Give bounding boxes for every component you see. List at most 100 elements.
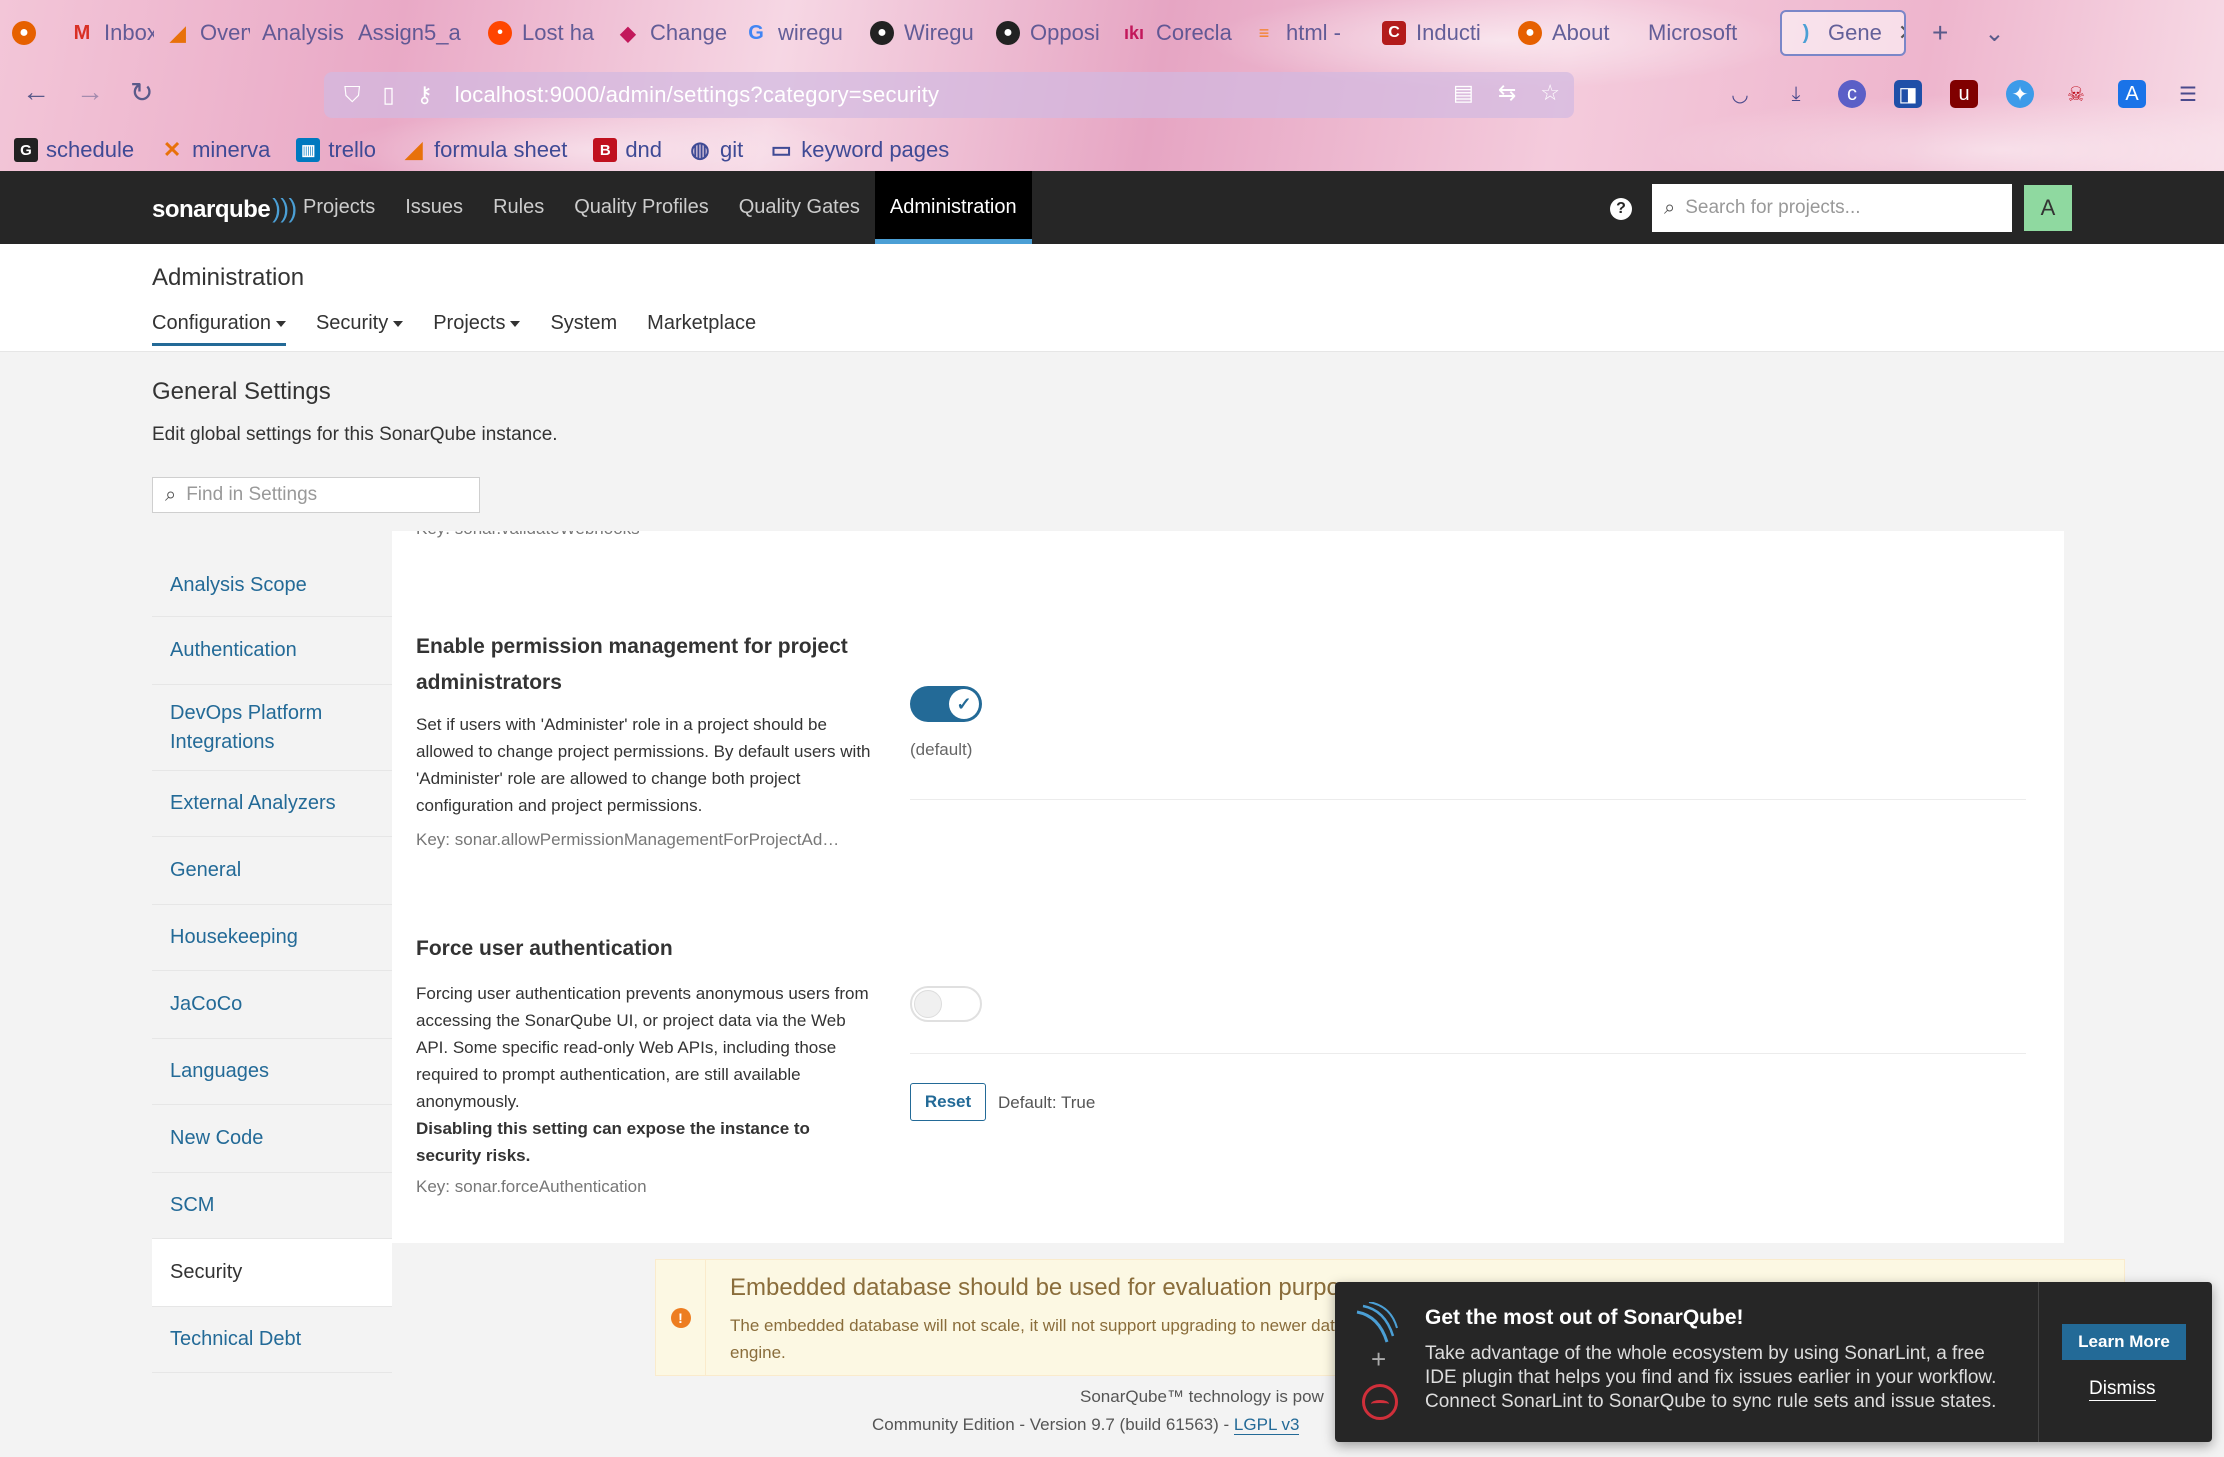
category-scm[interactable]: SCM [152,1173,392,1239]
license-link[interactable]: LGPL v3 [1233,1415,1300,1435]
chevron-down-icon[interactable]: ⌄ [1984,19,2004,48]
tab-security[interactable]: Security [316,312,404,346]
caret-down-icon [275,320,286,327]
reader-icon[interactable]: ▤ [1453,80,1474,106]
translate-icon[interactable]: ⇆ [1498,80,1516,106]
browser-tab[interactable]: ◆ Change [604,10,732,56]
dismiss-link[interactable]: Dismiss [2089,1378,2156,1401]
tab-marketplace[interactable]: Marketplace [647,312,756,346]
warning-icon-column: ! [656,1260,706,1375]
category-authentication[interactable]: Authentication [152,617,392,685]
browser-tab[interactable]: ● Opposi [984,10,1110,56]
folder-icon: ▭ [770,137,792,162]
learn-more-button[interactable]: Learn More [2062,1324,2186,1360]
browser-tab-active[interactable]: ) Gene ✕ [1780,10,1906,56]
category-general[interactable]: General [152,837,392,905]
nav-issues[interactable]: Issues [390,171,478,244]
extension-skull-icon[interactable]: ☠ [2062,80,2090,108]
footer-line: SonarQube™ technology is pow [1080,1387,1324,1406]
schedule-icon: G [14,138,38,162]
caret-down-icon [393,320,404,327]
browser-tab[interactable]: • Lost ha [476,10,604,56]
browser-tab[interactable]: ıkı Corecla [1110,10,1240,56]
category-housekeeping[interactable]: Housekeeping [152,905,392,971]
minerva-icon: ✕ [162,137,182,162]
help-icon[interactable]: ? [1610,198,1632,220]
category-analysis-scope[interactable]: Analysis Scope [152,555,392,617]
project-search[interactable]: ⌕ [1652,184,2012,232]
browser-tab[interactable]: Analysis o [250,10,346,56]
triangle-icon: ◢ [170,22,186,45]
browser-tab[interactable]: C Inducti [1370,10,1506,56]
nav-quality-gates[interactable]: Quality Gates [724,171,875,244]
bookmark[interactable]: ◍ git [688,137,743,163]
category-jacoco[interactable]: JaCoCo [152,971,392,1039]
browser-tab-firefox[interactable]: ● [0,10,58,56]
permission-management-toggle[interactable]: ✓ [910,686,982,722]
settings-search-input[interactable] [186,484,457,506]
tab-system[interactable]: System [550,312,617,346]
browser-tab[interactable]: M Inbox ( [58,10,154,56]
star-icon[interactable]: ☆ [1540,80,1560,106]
category-languages[interactable]: Languages [152,1039,392,1105]
browser-chrome: ● M Inbox ( ◢ Overvi Analysis o Assign5_… [0,0,2224,171]
address-bar[interactable]: ⛉ ▯ ⚷ localhost:9000/admin/settings?cate… [324,72,1574,118]
sonar-icon: ) [1802,21,1810,44]
bookmark[interactable]: ✕ minerva [160,137,270,163]
category-devops-platform-integrations[interactable]: DevOps Platform Integrations [152,685,392,771]
admin-header: Administration Configuration Security Pr… [0,244,2224,352]
doc-icon: ◆ [620,22,636,45]
url-text[interactable]: localhost:9000/admin/settings?category=s… [455,82,940,108]
browser-tab[interactable]: ● About [1506,10,1636,56]
nav-administration[interactable]: Administration [874,171,1032,244]
force-authentication-toggle[interactable] [910,986,982,1022]
category-new-code[interactable]: New Code [152,1105,392,1173]
browser-tab[interactable]: Assign5_a [346,10,476,56]
browser-tab[interactable]: Microsoft [1636,10,1772,56]
category-external-analyzers[interactable]: External Analyzers [152,771,392,837]
reset-button[interactable]: Reset [910,1083,986,1121]
dnd-icon: B [593,138,618,162]
bookmark[interactable]: ◢ formula sheet [402,137,568,163]
browser-tab[interactable]: G wiregu [732,10,858,56]
close-icon[interactable]: ✕ [1898,20,1904,46]
key-icon[interactable]: ⚷ [417,82,433,108]
bookmark[interactable]: ▭ keyword pages [769,137,949,163]
divider [910,1053,2026,1054]
bookmark[interactable]: G schedule [14,137,134,163]
browser-tab[interactable]: ◢ Overvi [154,10,250,56]
bookmark[interactable]: ▥ trello [296,137,376,163]
firefox-icon: ● [1518,21,1542,45]
nav-rules[interactable]: Rules [478,171,559,244]
new-tab-icon[interactable]: + [1932,17,1948,49]
tab-projects[interactable]: Projects [433,312,521,346]
ublock-icon[interactable]: u [1950,80,1978,108]
nav-projects[interactable]: Projects [288,171,390,244]
extension-bitwarden-icon[interactable]: ◨ [1894,80,1922,108]
download-icon[interactable]: ⤓ [1782,80,1810,108]
browser-tab[interactable]: ≡ html - [1240,10,1370,56]
browser-tab[interactable]: ● Wiregu [858,10,984,56]
find-in-settings[interactable]: ⌕ [152,477,480,513]
extension-bird-icon[interactable]: ✦ [2006,80,2034,108]
category-technical-debt[interactable]: Technical Debt [152,1307,392,1373]
reload-icon[interactable]: ↻ [130,76,153,109]
menu-icon[interactable]: ☰ [2174,80,2202,108]
avatar[interactable]: A [2024,185,2072,231]
extension-c-icon[interactable]: c [1838,80,1866,108]
sonarqube-logo[interactable]: sonarqube))) [152,193,297,224]
reddit-icon: • [488,21,512,45]
sonarlint-icon [1362,1384,1398,1420]
bookmark[interactable]: B dnd [593,137,662,163]
tab-configuration[interactable]: Configuration [152,312,286,346]
search-input[interactable] [1685,197,1986,219]
page-icon[interactable]: ▯ [383,82,395,108]
forward-icon[interactable]: → [76,76,104,108]
global-navigation: sonarqube))) Projects Issues Rules Quali… [0,171,2224,244]
shield-icon[interactable]: ⛉ [344,82,361,108]
nav-quality-profiles[interactable]: Quality Profiles [559,171,724,244]
back-icon[interactable]: ← [22,76,50,108]
pocket-icon[interactable]: ◡ [1726,80,1754,108]
category-security[interactable]: Security [152,1239,392,1307]
translate-extension-icon[interactable]: A [2118,80,2146,108]
